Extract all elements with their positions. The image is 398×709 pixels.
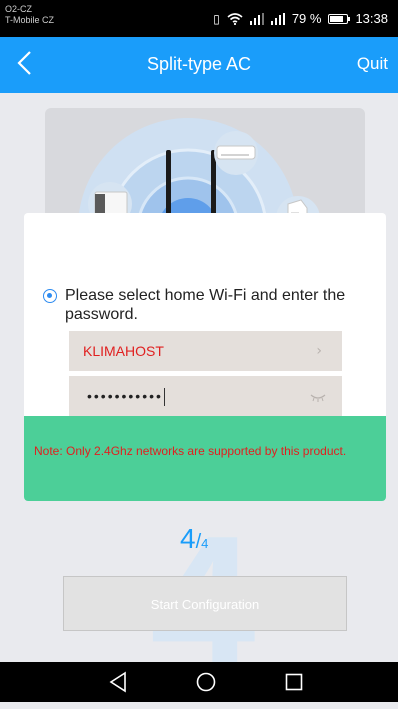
current-step: 4	[180, 523, 196, 554]
vibrate-icon: ▯	[213, 11, 220, 26]
navigation-bar	[0, 662, 398, 702]
wifi-ssid-selector[interactable]: KLIMAHOST ›	[69, 331, 342, 371]
total-steps: 4	[201, 536, 209, 551]
app-bar: Split-type AC Quit	[0, 37, 398, 93]
text-caret	[163, 388, 165, 407]
instruction-text: Please select home Wi-Fi and enter the p…	[65, 287, 346, 323]
battery-percent: 79 %	[291, 11, 322, 26]
back-triangle-icon[interactable]	[108, 671, 128, 693]
chevron-right-icon: ›	[316, 343, 322, 359]
battery-level	[330, 15, 344, 22]
home-circle-icon[interactable]	[195, 671, 217, 693]
page-title: Split-type AC	[146, 54, 252, 74]
status-bar: O2-CZ T-Mobile CZ ▯ 79 % 13:38	[0, 0, 398, 37]
carrier-secondary: T-Mobile CZ	[5, 15, 55, 25]
password-field[interactable]: •••••••••••	[69, 376, 342, 416]
signal-icon	[249, 12, 264, 25]
radio-selected-icon[interactable]	[43, 289, 57, 303]
note-panel: Note: Only 2.4Ghz networks are supported…	[24, 416, 386, 501]
battery-icon	[328, 13, 351, 24]
system-icons: ▯ 79 % 13:38	[213, 11, 388, 26]
ssid-value: KLIMAHOST	[83, 343, 164, 359]
signal-icon	[270, 12, 285, 25]
eye-closed-icon[interactable]	[310, 392, 326, 402]
password-value: •••••••••••	[87, 388, 163, 404]
step-indicator: 4/4	[180, 523, 208, 555]
recents-square-icon[interactable]	[284, 671, 304, 693]
note-text: Note: Only 2.4Ghz networks are supported…	[34, 444, 347, 458]
clock: 13:38	[355, 11, 388, 26]
carrier-primary: O2-CZ	[5, 4, 32, 14]
wifi-icon	[227, 12, 243, 25]
quit-button[interactable]: Quit	[357, 54, 388, 74]
air-conditioner-icon	[214, 131, 258, 175]
start-configuration-button[interactable]: Start Configuration	[63, 576, 347, 631]
